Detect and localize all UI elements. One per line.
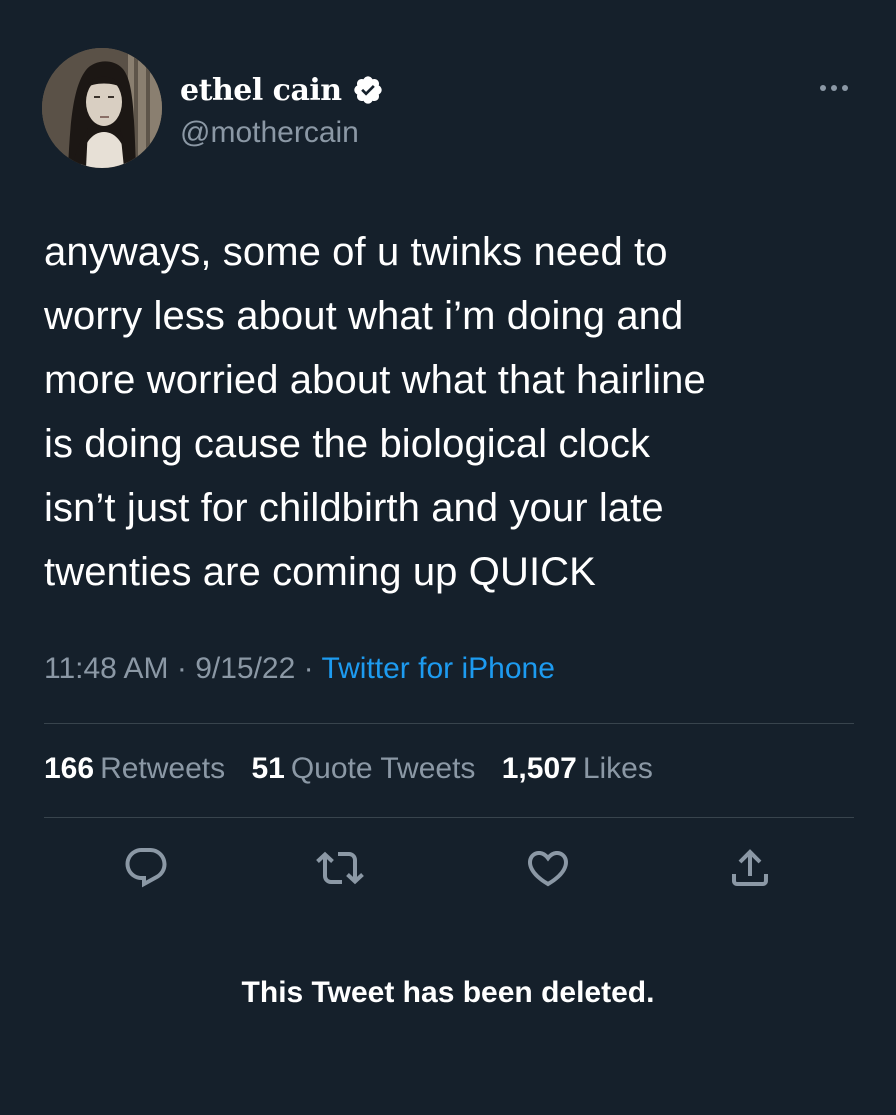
- tweet-text-line: worry less about what i’m doing and: [44, 294, 684, 338]
- share-icon: [732, 849, 768, 886]
- share-button[interactable]: [722, 840, 778, 896]
- quote-tweets-stat[interactable]: 51 Quote Tweets: [251, 752, 475, 785]
- tweet-date[interactable]: 9/15/22: [195, 652, 295, 685]
- display-name[interactable]: ethel cain: [180, 73, 342, 108]
- divider: [44, 817, 854, 818]
- likes-stat[interactable]: 1,507 Likes: [502, 752, 653, 785]
- deleted-notice: This Tweet has been deleted.: [241, 976, 655, 1009]
- tweet-actions: [0, 840, 896, 900]
- avatar-photo: [42, 48, 162, 168]
- tweet-source-link[interactable]: Twitter for iPhone: [321, 652, 554, 685]
- tweet-header: ethel cain @mothercain: [42, 48, 854, 170]
- tweet-text-line: isn’t just for childbirth and your late: [44, 486, 664, 530]
- tweet-meta: 11:48 AM · 9/15/22 · Twitter for iPhone: [44, 652, 555, 686]
- tweet-text-line: more worried about what that hairline: [44, 358, 706, 402]
- retweets-label: Retweets: [100, 752, 226, 785]
- tweet-time[interactable]: 11:48 AM: [44, 652, 169, 685]
- retweets-stat[interactable]: 166 Retweets: [44, 752, 225, 785]
- retweet-button[interactable]: [312, 840, 368, 896]
- retweets-count: 166: [44, 752, 95, 785]
- display-name-row: ethel cain: [180, 70, 384, 110]
- likes-label: Likes: [582, 752, 653, 785]
- divider: [44, 723, 854, 724]
- tweet-text: anyways, some of u twinks need to worry …: [44, 220, 864, 604]
- tweet-text-line: anyways, some of u twinks need to: [44, 230, 668, 274]
- meta-separator: ·: [303, 652, 322, 685]
- meta-separator: ·: [176, 652, 196, 685]
- quote-tweets-label: Quote Tweets: [290, 752, 476, 785]
- reply-icon: [125, 848, 167, 888]
- avatar[interactable]: [42, 48, 162, 168]
- likes-count: 1,507: [501, 752, 577, 785]
- more-options-icon[interactable]: [814, 78, 854, 98]
- author-names: ethel cain @mothercain: [180, 70, 384, 150]
- verified-icon: [352, 74, 384, 106]
- tweet-stats: 166 Retweets 51 Quote Tweets 1,507 Likes: [44, 752, 671, 786]
- tweet-text-line: twenties are coming up QUICK: [44, 550, 596, 594]
- heart-icon: [527, 851, 569, 887]
- reply-button[interactable]: [118, 840, 174, 896]
- author-handle[interactable]: @mothercain: [180, 116, 384, 150]
- tweet-text-line: is doing cause the biological clock: [44, 422, 651, 466]
- tweet-card: ethel cain @mothercain anyways, some of …: [0, 0, 896, 1115]
- quote-tweets-count: 51: [251, 752, 285, 785]
- retweet-icon: [316, 851, 364, 885]
- like-button[interactable]: [520, 840, 576, 896]
